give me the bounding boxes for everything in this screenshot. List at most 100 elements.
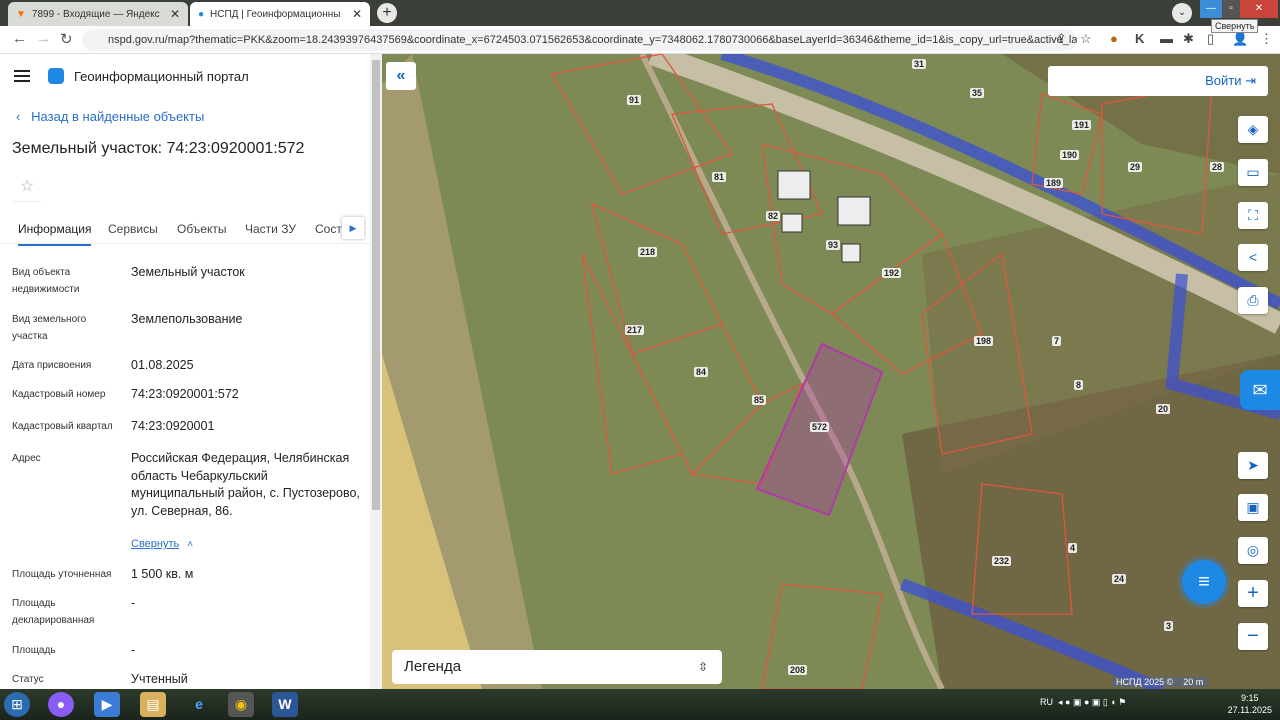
zoom-out-button[interactable]: − — [1238, 623, 1268, 650]
parcel-label[interactable]: 208 — [788, 665, 808, 675]
close-tab-icon[interactable]: ✕ — [352, 7, 362, 21]
menu-icon[interactable]: ⋮ — [1260, 31, 1273, 47]
field-value: - — [131, 596, 136, 610]
extension-icon[interactable]: ▬ — [1160, 31, 1173, 46]
clock[interactable]: 9:15 27.11.2025 — [1228, 692, 1272, 716]
field-label: Вид объекта недвижимости — [12, 267, 80, 295]
parcel-label[interactable]: 3 — [1164, 621, 1174, 631]
parcel-label[interactable]: 189 — [1044, 178, 1064, 188]
tab-mail[interactable]: ▼ 7899 - Входящие — Яндекс Почта ✕ — [8, 2, 188, 26]
parcel-label[interactable]: 35 — [970, 88, 985, 98]
scale-bar: 20 m — [1183, 677, 1204, 687]
close-window-button[interactable]: ✕ — [1240, 0, 1278, 18]
search-location-icon[interactable]: ◎ — [1238, 537, 1268, 564]
print-icon[interactable]: ⎙ — [1238, 287, 1268, 314]
restore-button[interactable]: ▫ — [1222, 0, 1240, 18]
ie-icon[interactable]: e — [186, 692, 212, 717]
parcel-label[interactable]: 81 — [712, 172, 727, 182]
explorer-icon[interactable]: ▤ — [140, 692, 166, 717]
parcel-label[interactable]: 24 — [1112, 574, 1127, 584]
app-title: Геоинформационный портал — [74, 68, 249, 84]
map-attribution: НСПД 2025 © 20 m — [1112, 677, 1208, 687]
bookmark-star-icon[interactable]: ☆ — [1080, 31, 1092, 47]
sidepanel-icon[interactable]: ▯ — [1207, 31, 1214, 47]
reload-icon[interactable]: ↻ — [60, 30, 73, 48]
minimap-icon[interactable]: ▣ — [1238, 494, 1268, 521]
extension-icon[interactable]: ● — [1110, 31, 1118, 46]
tab-list: Информация Сервисы Объекты Части ЗУ Сост… — [0, 214, 370, 246]
share-icon[interactable]: ⇪ — [1056, 31, 1067, 47]
browser-tab-bar: ▼ 7899 - Входящие — Яндекс Почта ✕ ● НСПД |… — [0, 0, 1280, 26]
parcel-label[interactable]: 218 — [638, 247, 658, 257]
share-icon[interactable]: < — [1238, 244, 1268, 271]
back-to-results-link[interactable]: ‹ Назад в найденные объекты — [16, 109, 204, 124]
map-view[interactable]: 91 31 35 191 190 189 29 28 81 82 93 218 … — [382, 54, 1280, 689]
tab-services[interactable]: Сервисы — [108, 222, 158, 236]
parcel-label[interactable]: 190 — [1060, 150, 1080, 160]
profile-icon[interactable]: 👤 — [1232, 31, 1248, 47]
legend-select[interactable]: Легенда ⇳ — [392, 650, 722, 684]
area-select-icon[interactable]: ⛶ — [1238, 202, 1268, 229]
tab-search-button[interactable]: ⌄ — [1172, 3, 1192, 23]
alice-icon[interactable]: ● — [48, 692, 74, 717]
url-input[interactable]: nspd.gov.ru/map?thematic=PKK&zoom=18.243… — [82, 29, 1077, 51]
parcel-label[interactable]: 191 — [1072, 120, 1092, 130]
language-indicator[interactable]: RU — [1040, 697, 1053, 707]
minimize-button[interactable]: — — [1200, 0, 1222, 18]
geolocation-icon[interactable]: ➤ — [1238, 452, 1268, 479]
field-value: Земельный участок — [131, 265, 245, 279]
parcel-label[interactable]: 198 — [974, 336, 994, 346]
field-value: - — [131, 643, 136, 657]
word-icon[interactable]: W — [272, 692, 298, 717]
parcel-label[interactable]: 8 — [1074, 380, 1084, 390]
collapse-address-link[interactable]: Свернуть ˄ — [131, 538, 382, 550]
tab-parts[interactable]: Части ЗУ — [245, 222, 296, 236]
ruler-icon[interactable]: ▭ — [1238, 159, 1268, 186]
collapse-panel-button[interactable]: « — [386, 62, 416, 90]
parcel-label[interactable]: 572 — [810, 422, 830, 432]
parcel-label[interactable]: 217 — [625, 325, 645, 335]
field-label: Кадастровый квартал — [12, 421, 113, 432]
field-label: Дата присвоения — [12, 360, 92, 371]
chevron-left-icon: ‹ — [16, 109, 32, 124]
time: 9:15 — [1241, 693, 1259, 703]
collapse-link[interactable]: Свернуть — [131, 538, 179, 550]
parcel-label[interactable]: 31 — [912, 59, 927, 69]
scrollbar-thumb[interactable] — [372, 60, 380, 510]
extensions-puzzle-icon[interactable]: ✱ — [1183, 31, 1194, 47]
parcel-label[interactable]: 20 — [1156, 404, 1171, 414]
parcel-label[interactable]: 84 — [694, 367, 709, 377]
media-player-icon[interactable]: ▶ — [94, 692, 120, 717]
tab-info[interactable]: Информация — [18, 222, 92, 246]
parcel-label[interactable]: 82 — [766, 211, 781, 221]
forward-icon[interactable]: → — [36, 30, 51, 47]
parcel-label[interactable]: 28 — [1210, 162, 1225, 172]
close-tab-icon[interactable]: ✕ — [170, 7, 180, 21]
zoom-in-button[interactable]: + — [1238, 580, 1268, 607]
field-value: Землепользование — [131, 312, 243, 326]
gosuslugi-feedback-icon[interactable]: ✉ — [1240, 370, 1280, 410]
login-button[interactable]: Войти ⇥ — [1048, 66, 1268, 96]
parcel-label[interactable]: 232 — [992, 556, 1012, 566]
tab-nspd[interactable]: ● НСПД | Геоинформационный портал ✕ — [190, 2, 370, 26]
parcel-label[interactable]: 93 — [826, 240, 841, 250]
field-label: Статус — [12, 674, 44, 685]
new-tab-button[interactable]: + — [377, 3, 397, 23]
chrome-icon[interactable]: ◉ — [228, 692, 254, 717]
panel-scrollbar[interactable] — [370, 54, 382, 689]
parcel-label[interactable]: 192 — [882, 268, 902, 278]
menu-icon[interactable] — [14, 70, 30, 82]
parcel-label[interactable]: 4 — [1068, 543, 1078, 553]
kaspersky-icon[interactable]: K — [1135, 31, 1144, 46]
tabs-scroll-right-icon[interactable]: ▶ — [342, 217, 364, 239]
parcel-label[interactable]: 85 — [752, 395, 767, 405]
tab-objects[interactable]: Объекты — [177, 222, 227, 236]
layers-icon[interactable]: ◈ — [1238, 116, 1268, 143]
parcel-label[interactable]: 29 — [1128, 162, 1143, 172]
parcel-label[interactable]: 7 — [1052, 336, 1062, 346]
back-icon[interactable]: ← — [12, 30, 27, 47]
chat-button[interactable]: ≡ — [1182, 560, 1226, 604]
start-icon[interactable]: ⊞ — [4, 692, 30, 717]
parcel-label[interactable]: 91 — [627, 95, 642, 105]
favorite-star-icon[interactable]: ☆ — [12, 172, 42, 202]
